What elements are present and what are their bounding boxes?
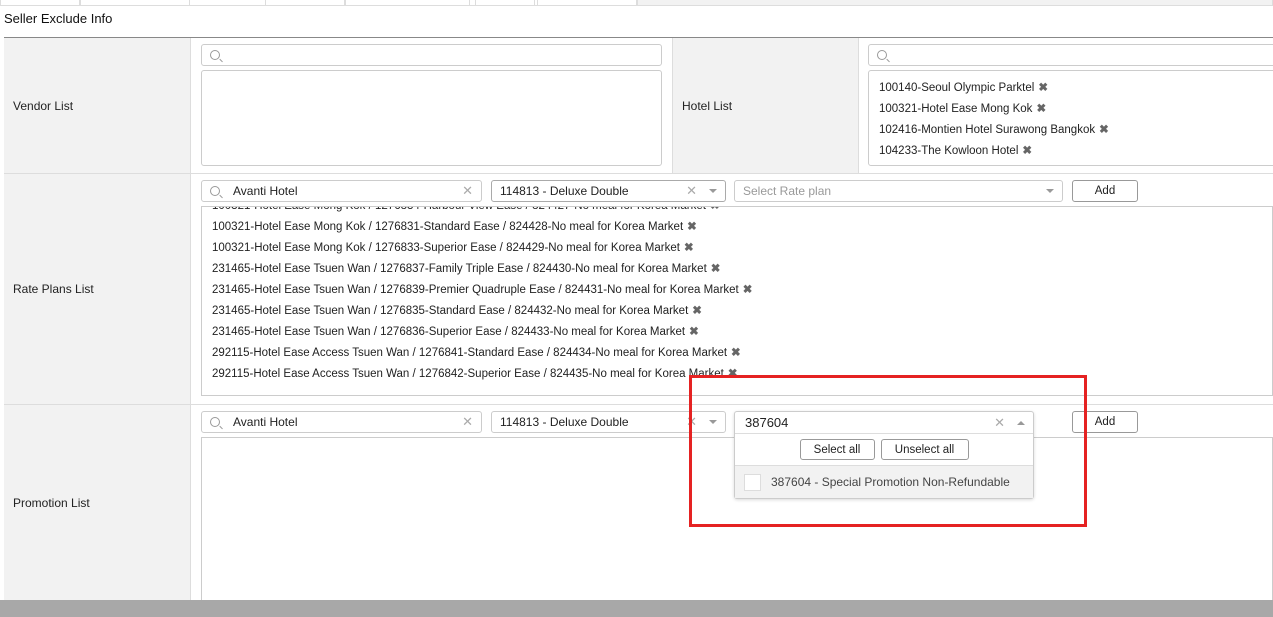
hotel-list-label: Hotel List	[672, 38, 859, 174]
hotel-item: 100321-Hotel Ease Mong Kok ✖	[879, 99, 1267, 120]
rate-plan-item: 292115-Hotel Ease Access Tsuen Wan / 127…	[212, 364, 752, 385]
tab[interactable]	[265, 0, 345, 6]
horizontal-scrollbar[interactable]	[0, 600, 1273, 617]
rate-plan-item-label: 231465-Hotel Ease Tsuen Wan / 1276836-Su…	[212, 326, 686, 338]
rate-plans-cell: Avanti Hotel ✕ 114813 - Deluxe Double ✕ Se…	[191, 174, 1273, 405]
promo-hotel-input[interactable]: Avanti Hotel ✕	[201, 411, 482, 433]
hotel-item-label: 104233-The Kowloon Hotel	[879, 145, 1019, 157]
top-tab-strip	[0, 0, 1273, 6]
rate-plan-item: 231465-Hotel Ease Tsuen Wan / 1276839-Pr…	[212, 280, 752, 301]
tab[interactable]	[537, 0, 637, 6]
remove-icon[interactable]: ✖	[684, 242, 694, 254]
rate-plan-item: 100321-Hotel Ease Mong Kok / 1276831-Sta…	[212, 217, 752, 238]
remove-icon[interactable]: ✖	[731, 347, 741, 359]
rate-hotel-value: Avanti Hotel	[233, 184, 298, 198]
rate-plans-label: Rate Plans List	[4, 174, 191, 405]
hotel-item-label: 102416-Montien Hotel Surawong Bangkok	[879, 124, 1096, 136]
chevron-down-icon	[1046, 189, 1054, 193]
rate-plan-item-label: 231465-Hotel Ease Tsuen Wan / 1276835-St…	[212, 305, 689, 317]
rate-plan-item-label: 292115-Hotel Ease Access Tsuen Wan / 127…	[212, 368, 724, 380]
vendor-selected-list[interactable]	[201, 70, 662, 166]
hotel-item-label: 100140-Seoul Olympic Parktel	[879, 82, 1035, 94]
rate-plans-selected-list[interactable]: 100321-Hotel Ease Mong Kok / 1276834-Har…	[201, 206, 1273, 396]
rate-add-button[interactable]: Add	[1072, 180, 1138, 202]
rate-plan-item: 231465-Hotel Ease Tsuen Wan / 1276835-St…	[212, 301, 752, 322]
search-icon	[877, 50, 887, 60]
rate-plan-item-label: 231465-Hotel Ease Tsuen Wan / 1276839-Pr…	[212, 284, 739, 296]
chevron-down-icon	[709, 189, 717, 193]
remove-icon[interactable]: ✖	[1038, 82, 1048, 94]
highlight-box	[689, 375, 1087, 527]
promotion-list-label: Promotion List	[4, 405, 191, 600]
vendor-list-label: Vendor List	[4, 38, 191, 174]
remove-icon[interactable]: ✖	[1022, 145, 1032, 157]
clear-icon[interactable]: ✕	[686, 183, 697, 199]
remove-icon[interactable]: ✖	[689, 326, 699, 338]
rate-plan-item: 100321-Hotel Ease Mong Kok / 1276834-Har…	[212, 206, 752, 217]
promo-hotel-value: Avanti Hotel	[233, 415, 298, 429]
remove-icon[interactable]: ✖	[711, 263, 721, 275]
rate-plan-item: 231465-Hotel Ease Tsuen Wan / 1276836-Su…	[212, 322, 752, 343]
remove-icon[interactable]: ✖	[743, 284, 753, 296]
tab[interactable]	[345, 0, 470, 6]
rate-room-value: 114813 - Deluxe Double	[500, 184, 629, 198]
search-icon	[210, 50, 220, 60]
tab[interactable]	[475, 0, 535, 6]
vendor-cell	[191, 38, 672, 174]
promo-room-value: 114813 - Deluxe Double	[500, 415, 629, 429]
rate-plan-placeholder: Select Rate plan	[743, 184, 832, 198]
rate-hotel-input[interactable]: Avanti Hotel ✕	[201, 180, 482, 202]
tab[interactable]	[0, 0, 80, 6]
clear-icon[interactable]: ✕	[462, 414, 473, 430]
rate-plan-item: 100321-Hotel Ease Mong Kok / 1276833-Sup…	[212, 238, 752, 259]
hotel-cell: 100140-Seoul Olympic Parktel ✖ 100321-Hot…	[859, 38, 1273, 174]
hotel-item: 104233-The Kowloon Hotel ✖	[879, 141, 1267, 162]
rate-plan-item-label: 100321-Hotel Ease Mong Kok / 1276831-Sta…	[212, 221, 684, 233]
search-icon	[210, 186, 220, 196]
remove-icon[interactable]: ✖	[1036, 103, 1046, 115]
hotel-search-input[interactable]	[868, 44, 1273, 66]
hotel-item: 102416-Montien Hotel Surawong Bangkok ✖	[879, 120, 1267, 141]
rate-plan-item: 231465-Hotel Ease Tsuen Wan / 1276837-Fa…	[212, 259, 752, 280]
rate-room-select[interactable]: 114813 - Deluxe Double ✕	[491, 180, 726, 202]
remove-icon[interactable]: ✖	[692, 305, 702, 317]
vendor-search-input[interactable]	[201, 44, 662, 66]
page-title: Seller Exclude Info	[4, 11, 113, 26]
rate-plan-item-label: 231465-Hotel Ease Tsuen Wan / 1276837-Fa…	[212, 263, 707, 275]
hotel-selected-list: 100140-Seoul Olympic Parktel ✖ 100321-Hot…	[868, 70, 1273, 166]
remove-icon[interactable]: ✖	[687, 221, 697, 233]
clear-icon[interactable]: ✕	[462, 183, 473, 199]
hotel-item: 100140-Seoul Olympic Parktel ✖	[879, 78, 1267, 99]
remove-icon[interactable]: ✖	[710, 207, 720, 212]
tab[interactable]	[637, 0, 1273, 6]
search-icon	[210, 417, 220, 427]
rate-plan-select[interactable]: Select Rate plan	[734, 180, 1063, 202]
rate-plan-item: 292115-Hotel Ease Access Tsuen Wan / 127…	[212, 343, 752, 364]
rate-plan-item-label: 100321-Hotel Ease Mong Kok / 1276833-Sup…	[212, 242, 680, 254]
hotel-item-label: 100321-Hotel Ease Mong Kok	[879, 103, 1033, 115]
remove-icon[interactable]: ✖	[1099, 124, 1109, 136]
rate-plan-item-label: 292115-Hotel Ease Access Tsuen Wan / 127…	[212, 347, 728, 359]
rate-plan-item-label: 100321-Hotel Ease Mong Kok / 1276834-Har…	[212, 206, 706, 212]
tab[interactable]	[80, 0, 190, 6]
